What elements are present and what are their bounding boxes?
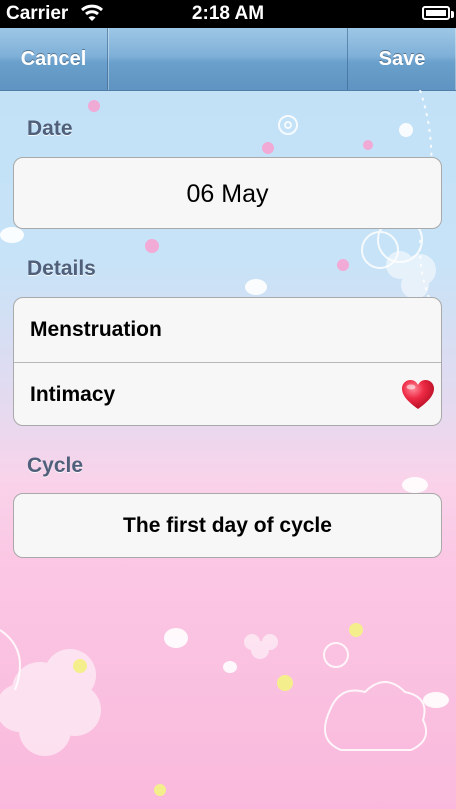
list-item-label: Intimacy <box>30 383 116 406</box>
battery-icon <box>422 6 450 20</box>
date-section-label: Date <box>27 117 73 140</box>
app-screen: Carrier 2:18 AM Cancel Save Date 06 May … <box>0 0 456 809</box>
save-button[interactable]: Save <box>347 28 456 90</box>
date-value[interactable]: 06 May <box>14 158 441 228</box>
status-bar: Carrier 2:18 AM <box>0 0 456 28</box>
list-item-menstruation[interactable]: Menstruation <box>14 298 441 362</box>
date-card[interactable]: 06 May <box>13 157 442 229</box>
cycle-section-label: Cycle <box>27 454 84 477</box>
cycle-value[interactable]: The first day of cycle <box>14 494 441 557</box>
details-section-label: Details <box>27 257 96 280</box>
clock: 2:18 AM <box>191 3 265 24</box>
battery-tip <box>451 11 454 18</box>
list-item-intimacy[interactable]: Intimacy <box>14 362 441 425</box>
heart-icon <box>402 380 434 409</box>
details-card: Menstruation Intimacy <box>13 297 442 426</box>
cycle-card[interactable]: The first day of cycle <box>13 493 442 558</box>
cancel-button[interactable]: Cancel <box>0 28 108 90</box>
navigation-bar: Cancel Save <box>0 28 456 91</box>
